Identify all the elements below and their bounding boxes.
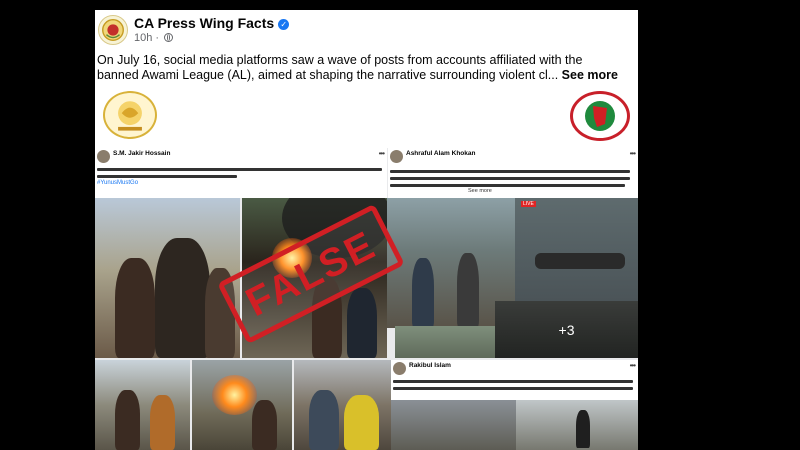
page-name[interactable]: CA Press Wing Facts (134, 15, 274, 31)
post-meta: 10h · (134, 32, 174, 44)
post-timestamp[interactable]: 10h (134, 32, 152, 44)
more-options-icon: ••• (629, 361, 636, 370)
photo-crowd (95, 198, 240, 358)
author-name: S.M. Jakir Hossain (113, 150, 171, 157)
more-photos-overlay[interactable]: +3 (495, 301, 638, 358)
author-name: Rakibul Islam (409, 362, 451, 369)
logo-band (95, 90, 638, 148)
globe-icon (164, 33, 174, 42)
author-avatar (97, 150, 110, 163)
verified-icon: ✓ (278, 19, 290, 30)
person-figure (155, 238, 210, 358)
author-avatar (390, 150, 403, 163)
government-emblem-left (103, 91, 157, 139)
person-figure (535, 253, 625, 269)
bengali-text-line (393, 387, 633, 390)
more-options-icon: ••• (629, 149, 636, 158)
person-figure (412, 258, 434, 328)
embedded-post-left: S.M. Jakir Hossain ••• #YunusMustGo (95, 148, 387, 198)
bengali-text-line (390, 170, 630, 173)
photo-building (516, 400, 638, 450)
person-figure (115, 390, 140, 450)
author-avatar (393, 362, 406, 375)
photo-burning-vehicle (192, 360, 292, 450)
fire (212, 375, 257, 415)
bengali-text-line (97, 175, 237, 178)
photo-gathering[interactable]: +3 (495, 301, 638, 358)
government-emblem-right (570, 91, 630, 141)
photo-live-video: LIVE (515, 198, 638, 301)
bengali-text-line (390, 177, 630, 180)
page-name-link[interactable]: CA Press Wing Facts ✓ (134, 15, 290, 31)
post-header: CA Press Wing Facts ✓ 10h · (95, 10, 638, 50)
page-avatar[interactable] (98, 15, 128, 45)
photo-road (391, 400, 516, 450)
see-more-button[interactable]: See more (562, 68, 618, 82)
live-badge: LIVE (521, 201, 536, 207)
page-logo-icon (102, 19, 124, 41)
see-more-text: See more (468, 188, 492, 194)
embedded-post-right: Ashraful Alam Khokan ••• See more (388, 148, 638, 198)
person-figure (115, 258, 155, 358)
emblem-icon (118, 101, 142, 131)
embedded-post-bottom: Rakibul Islam ••• (391, 360, 638, 400)
post-image[interactable]: S.M. Jakir Hossain ••• #YunusMustGo Ashr… (95, 90, 638, 450)
bengali-text-line (97, 168, 382, 171)
person-figure (347, 288, 377, 358)
map-seal-icon (585, 101, 615, 131)
post-body: On July 16, social media platforms saw a… (97, 53, 583, 82)
photo-injured (95, 360, 190, 450)
person-figure (457, 253, 479, 328)
post-text: On July 16, social media platforms saw a… (97, 53, 627, 83)
more-options-icon: ••• (378, 149, 385, 158)
person-figure (309, 390, 339, 450)
bengali-text-line (390, 184, 625, 187)
person-figure (150, 395, 175, 450)
bengali-text-line (393, 380, 633, 383)
person-figure (252, 400, 277, 450)
photo-crowd-carrying (294, 360, 391, 450)
hashtag: #YunusMustGo (97, 180, 139, 186)
photo-banner (395, 326, 495, 358)
person-figure (344, 395, 379, 450)
person-figure (576, 410, 590, 448)
meta-separator: · (155, 32, 160, 44)
author-name: Ashraful Alam Khokan (406, 150, 476, 157)
facebook-post-card: CA Press Wing Facts ✓ 10h · On July 16, s… (95, 10, 638, 450)
